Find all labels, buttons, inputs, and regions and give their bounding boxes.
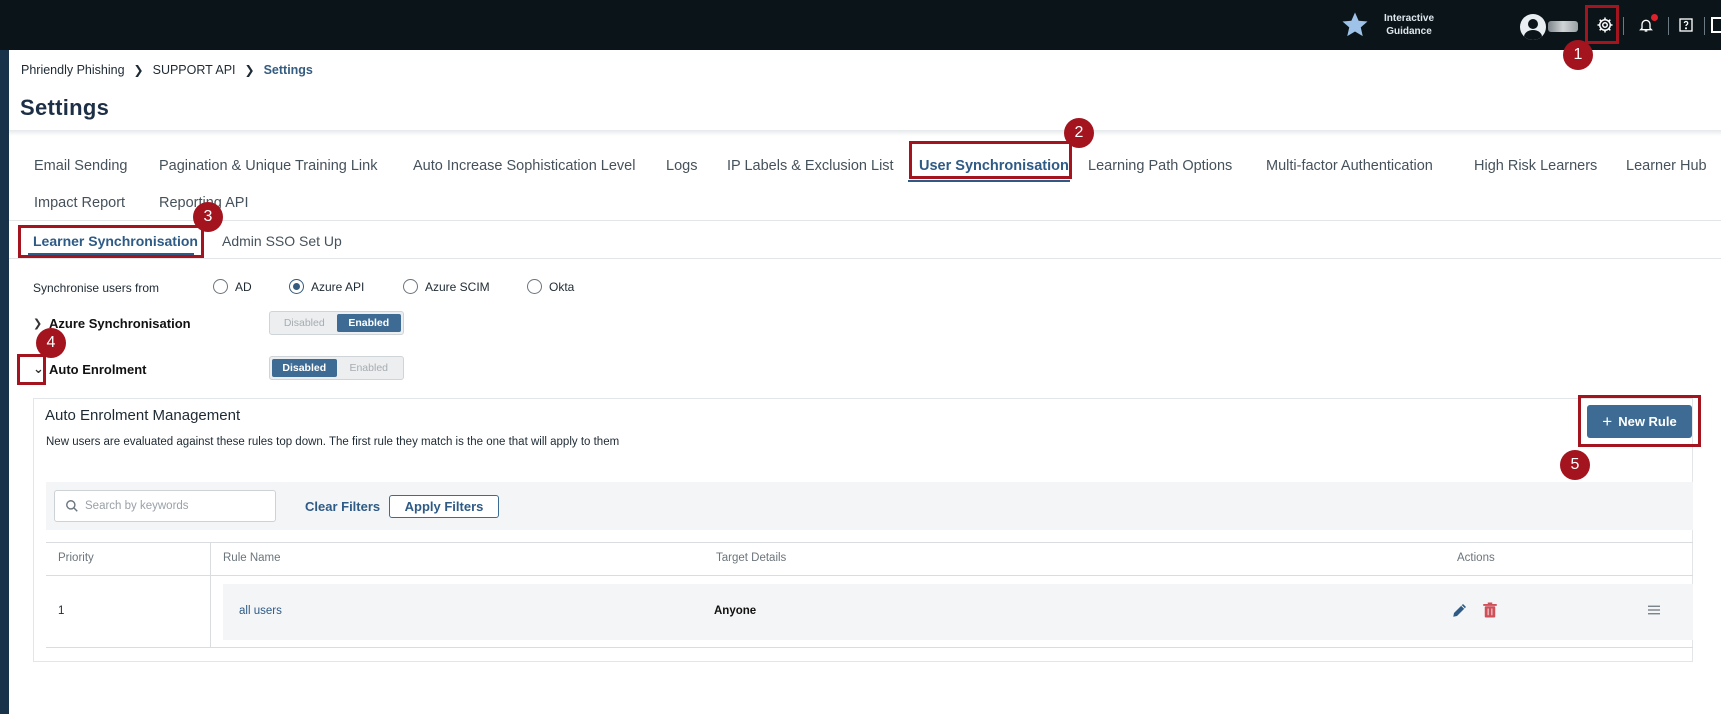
annotation-box-2 bbox=[909, 141, 1072, 179]
azure-sync-toggle[interactable]: Disabled Enabled bbox=[269, 311, 404, 335]
annotation-box-5 bbox=[1578, 395, 1701, 447]
search-input[interactable] bbox=[85, 500, 265, 512]
radio-circle-selected bbox=[289, 279, 304, 294]
notification-dot bbox=[1651, 14, 1658, 21]
tab-learning-path[interactable]: Learning Path Options bbox=[1088, 158, 1232, 174]
radio-label: Okta bbox=[549, 279, 575, 294]
annotation-badge-1: 1 bbox=[1563, 40, 1593, 70]
radio-azure-api[interactable]: Azure API bbox=[289, 279, 364, 294]
column-header-priority[interactable]: Priority bbox=[58, 552, 94, 564]
tabs-divider bbox=[9, 220, 1721, 221]
search-field[interactable] bbox=[54, 490, 276, 522]
radio-label: AD bbox=[235, 279, 252, 294]
left-nav-strip bbox=[0, 50, 9, 714]
divider bbox=[1623, 17, 1624, 35]
panel-icon[interactable] bbox=[1710, 14, 1721, 36]
column-divider bbox=[210, 542, 211, 648]
auto-enrolment-label: Auto Enrolment bbox=[49, 361, 147, 377]
chevron-right-icon: ❯ bbox=[33, 318, 43, 330]
guidance-label-line2: Guidance bbox=[1386, 26, 1432, 37]
radio-circle bbox=[213, 279, 228, 294]
breadcrumb: Phriendly Phishing ❯ SUPPORT API ❯ Setti… bbox=[21, 63, 313, 77]
clear-filters-link[interactable]: Clear Filters bbox=[305, 499, 380, 514]
column-header-rule-name[interactable]: Rule Name bbox=[223, 552, 281, 564]
header-divider bbox=[9, 130, 1721, 136]
tab-mfa[interactable]: Multi-factor Authentication bbox=[1266, 158, 1433, 174]
tab-high-risk[interactable]: High Risk Learners bbox=[1474, 158, 1597, 174]
search-icon bbox=[66, 500, 78, 512]
cell-rule-name[interactable]: all users bbox=[239, 605, 282, 617]
subtabs-divider bbox=[9, 258, 1721, 259]
user-avatar-icon[interactable] bbox=[1520, 14, 1546, 40]
tab-auto-increase[interactable]: Auto Increase Sophistication Level bbox=[413, 158, 635, 174]
panel-title: Auto Enrolment Management bbox=[45, 407, 241, 424]
filter-bar bbox=[46, 482, 1693, 530]
table-row[interactable] bbox=[223, 584, 1693, 640]
radio-circle bbox=[527, 279, 542, 294]
cell-target-details: Anyone bbox=[714, 605, 757, 617]
app-root: Interactive Guidance Phriendly Phishing bbox=[0, 0, 1721, 714]
tab-email-sending[interactable]: Email Sending bbox=[34, 158, 128, 174]
azure-sync-label: Azure Synchronisation bbox=[49, 316, 191, 331]
subtab-admin-sso[interactable]: Admin SSO Set Up bbox=[222, 233, 342, 249]
apply-filters-button[interactable]: Apply Filters bbox=[389, 495, 499, 518]
table-bottom-line bbox=[46, 647, 1693, 648]
annotation-badge-5: 5 bbox=[1560, 450, 1590, 480]
auto-enrolment-toggle[interactable]: Disabled Enabled bbox=[269, 356, 404, 380]
breadcrumb-item-org[interactable]: Phriendly Phishing bbox=[21, 63, 125, 77]
cell-priority: 1 bbox=[58, 605, 65, 617]
tab-impact-report[interactable]: Impact Report bbox=[34, 195, 125, 211]
tab-ip-labels[interactable]: IP Labels & Exclusion List bbox=[727, 158, 894, 174]
annotation-badge-4: 4 bbox=[36, 328, 66, 358]
star-icon bbox=[1342, 12, 1368, 37]
radio-azure-scim[interactable]: Azure SCIM bbox=[403, 279, 490, 294]
breadcrumb-item-current: Settings bbox=[263, 63, 313, 77]
active-tab-indicator bbox=[908, 180, 1070, 182]
drag-handle-icon[interactable] bbox=[1645, 601, 1663, 619]
guidance-label-line1: Interactive bbox=[1383, 13, 1435, 24]
trash-icon[interactable] bbox=[1481, 601, 1499, 619]
tab-logs[interactable]: Logs bbox=[666, 158, 697, 174]
user-name-blurred bbox=[1548, 21, 1578, 32]
radio-label: Azure API bbox=[311, 279, 365, 294]
chevron-right-icon: ❯ bbox=[244, 63, 255, 77]
sync-source-label: Synchronise users from bbox=[33, 281, 160, 295]
breadcrumb-item-api[interactable]: SUPPORT API bbox=[153, 63, 236, 77]
annotation-box-3 bbox=[18, 225, 204, 258]
annotation-box-4 bbox=[17, 354, 46, 385]
divider bbox=[1704, 17, 1705, 35]
top-bar bbox=[0, 0, 1721, 50]
column-header-target-details[interactable]: Target Details bbox=[716, 552, 786, 564]
radio-ad[interactable]: AD bbox=[213, 279, 252, 294]
radio-circle bbox=[403, 279, 418, 294]
annotation-badge-2: 2 bbox=[1064, 118, 1094, 148]
interactive-guidance-button[interactable]: Interactive Guidance bbox=[1340, 10, 1440, 40]
toggle-disabled-option[interactable]: Disabled bbox=[272, 359, 337, 377]
toggle-enabled-option[interactable]: Enabled bbox=[336, 314, 401, 332]
annotation-badge-3: 3 bbox=[193, 202, 223, 232]
divider bbox=[1668, 17, 1669, 35]
edit-icon[interactable] bbox=[1451, 601, 1469, 619]
table-header bbox=[46, 542, 1693, 576]
page-title: Settings bbox=[20, 95, 110, 120]
toggle-disabled-option[interactable]: Disabled bbox=[272, 314, 337, 332]
chevron-right-icon: ❯ bbox=[133, 63, 144, 77]
help-icon[interactable] bbox=[1675, 14, 1697, 36]
auto-enrolment-section-header[interactable]: ⌄ Auto Enrolment bbox=[33, 361, 147, 377]
annotation-box-1 bbox=[1585, 5, 1619, 44]
radio-okta[interactable]: Okta bbox=[527, 279, 574, 294]
tab-pagination[interactable]: Pagination & Unique Training Link bbox=[159, 158, 377, 174]
radio-label: Azure SCIM bbox=[425, 279, 490, 294]
toggle-enabled-option[interactable]: Enabled bbox=[337, 359, 402, 377]
panel-description: New users are evaluated against these ru… bbox=[46, 436, 620, 448]
column-header-actions: Actions bbox=[1457, 552, 1495, 564]
tab-learner-hub[interactable]: Learner Hub bbox=[1626, 158, 1707, 174]
